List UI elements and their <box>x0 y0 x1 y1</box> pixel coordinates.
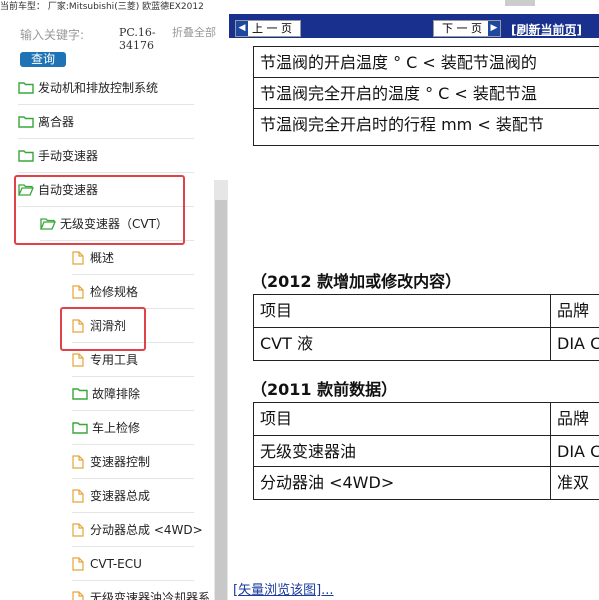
current-model-bar: 当前车型： 厂家:Mitsubishi(三菱) 欧蓝德EX2012 <box>0 0 599 14</box>
section-title-2011: （2011 款前数据） <box>251 380 398 399</box>
search-button[interactable]: 查询 <box>20 52 66 67</box>
tree-item-troubleshooting[interactable]: 故障排除 <box>72 378 194 411</box>
folder-icon <box>72 388 88 400</box>
prev-page-button[interactable]: ◀ 上 一 页 <box>235 20 301 37</box>
tree-item-cvt-oil-cooler[interactable]: 无级变速器油冷却器系 <box>72 582 212 600</box>
table-cell: DIA C <box>550 327 599 361</box>
arrow-right-icon: ▶ <box>488 21 500 36</box>
document-icon <box>72 285 84 299</box>
table-header-brand: 品牌 <box>550 402 599 436</box>
tree-item-transmission-control[interactable]: 变速器控制 <box>72 446 194 479</box>
table-row: 节温阀完全开启的温度 ° C < 装配节温 <box>253 77 599 109</box>
scrollbar-thumb[interactable] <box>215 200 227 600</box>
table-row: 节温阀完全开启时的行程 mm < 装配节 <box>253 108 599 146</box>
tree-item-manual-transmission[interactable]: 手动变速器 <box>18 140 194 173</box>
tree-item-on-vehicle-service[interactable]: 车上检修 <box>72 412 194 445</box>
table-row: 节温阀的开启温度 ° C < 装配节温阀的 <box>253 46 599 78</box>
table-header-brand: 品牌 <box>550 294 599 328</box>
left-tree-panel: 输入关键字: 查询 PC.16-34176 折叠全部 发动机和排放控制系统 离合… <box>0 14 230 600</box>
section-title-2012: （2012 款增加或修改内容） <box>251 272 462 291</box>
folder-icon <box>18 82 34 94</box>
tree-item-specs[interactable]: 检修规格 <box>72 276 194 309</box>
document-icon <box>72 251 84 265</box>
table-header-item: 项目 <box>253 402 551 436</box>
highlight-automatic-cvt <box>14 175 185 245</box>
tree-item-transfer-assembly[interactable]: 分动器总成 <4WD> <box>72 514 208 547</box>
page-nav-bar: ◀ 上 一 页 下 一 页 ▶ [刷新当前页] <box>229 14 599 38</box>
highlight-lubricant <box>60 307 146 351</box>
search-input[interactable]: 输入关键字: <box>20 26 84 43</box>
document-icon <box>72 353 84 367</box>
table-cell: 分动器油 <4WD> <box>253 466 551 500</box>
table-cell: 无级变速器油 <box>253 435 551 467</box>
fold-all-link[interactable]: 折叠全部 <box>172 26 222 39</box>
tree-item-overview[interactable]: 概述 <box>72 242 194 275</box>
folder-icon <box>72 422 88 434</box>
table-cell: CVT 液 <box>253 327 551 361</box>
document-icon <box>72 489 84 503</box>
table-cell: DIA C <box>550 435 599 467</box>
tree-item-cvt-ecu[interactable]: CVT-ECU <box>72 548 194 581</box>
refresh-page-link[interactable]: [刷新当前页] <box>511 21 582 38</box>
document-icon <box>72 523 84 537</box>
arrow-left-icon: ◀ <box>236 21 248 36</box>
tree-item-transmission-assembly[interactable]: 变速器总成 <box>72 480 194 513</box>
table-cell: 准双 <box>550 466 599 500</box>
tree-scrollbar[interactable] <box>214 180 228 600</box>
folder-icon <box>18 150 34 162</box>
document-icon <box>72 591 84 600</box>
search-area: 输入关键字: 查询 PC.16-34176 折叠全部 <box>20 26 229 70</box>
document-icon <box>72 455 84 469</box>
folder-icon <box>18 116 34 128</box>
pc-code: PC.16-34176 <box>119 26 156 52</box>
vector-view-link[interactable]: [矢量浏览该图]... <box>233 579 334 598</box>
next-page-button[interactable]: 下 一 页 ▶ <box>433 20 501 37</box>
document-icon <box>72 557 84 571</box>
current-model-label: 当前车型： 厂家:Mitsubishi(三菱) 欧蓝德EX2012 <box>0 2 204 12</box>
tree-item-clutch[interactable]: 离合器 <box>18 106 194 139</box>
document-panel: ◀ 上 一 页 下 一 页 ▶ [刷新当前页] 节温阀的开启温度 ° C < 装… <box>229 14 599 600</box>
table-header-item: 项目 <box>253 294 551 328</box>
tree-item-engine[interactable]: 发动机和排放控制系统 <box>18 72 194 105</box>
